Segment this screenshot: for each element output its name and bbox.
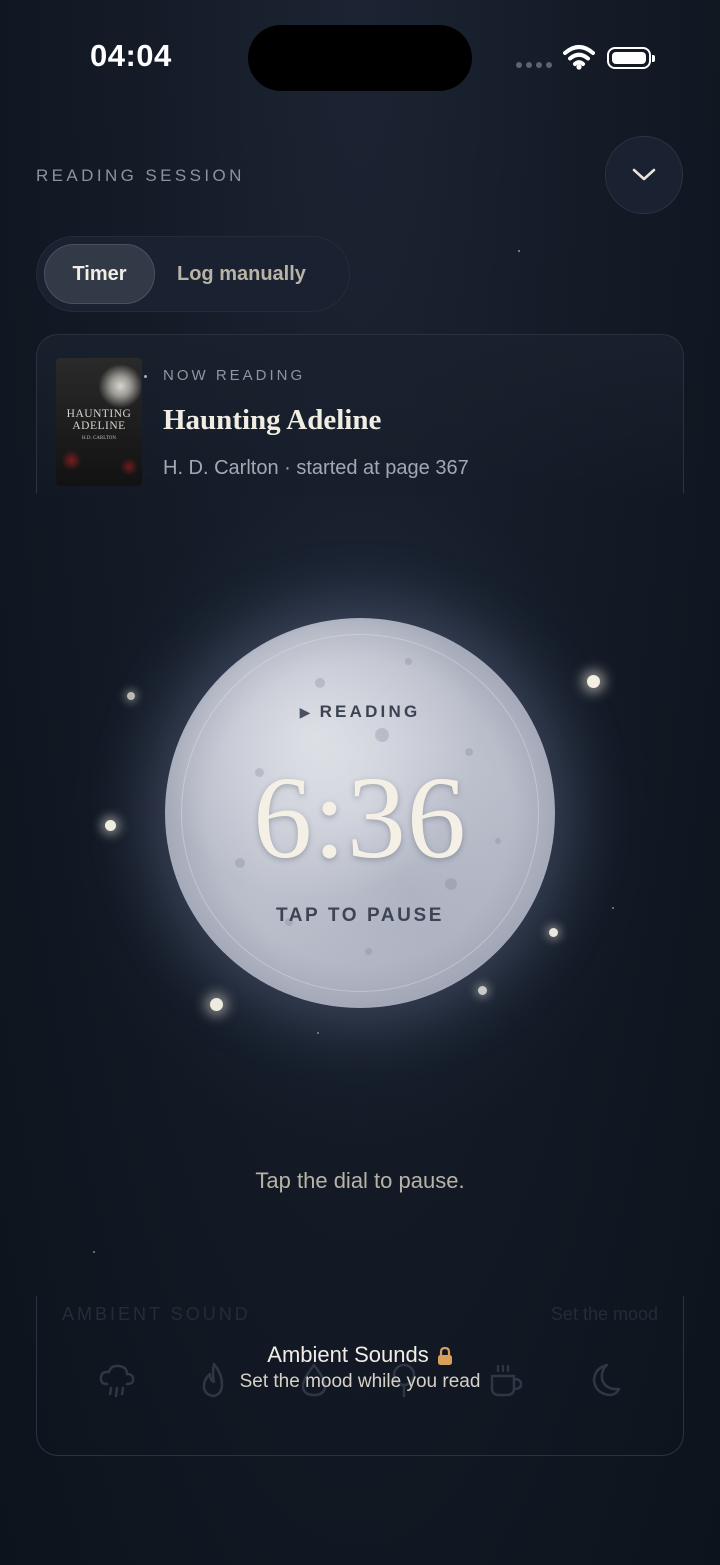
book-cover: HAUNTING ADELINE H.D. CARLTON [56,358,142,486]
elapsed-time: 6:36 [253,752,467,883]
dial-status-label: READING [319,702,421,721]
cellular-signal-icon [516,62,552,68]
chevron-down-icon [632,168,656,181]
tab-timer[interactable]: Timer [44,244,155,304]
dynamic-island [248,25,472,91]
tab-log-manually[interactable]: Log manually [177,244,306,304]
sparkle [93,1251,95,1253]
sparkle [518,250,520,252]
ambient-sound-label: AMBIENT SOUND [62,1304,251,1324]
dial-action-label: TAP TO PAUSE [275,905,445,926]
cover-author: H.D. CARLTON [81,436,117,441]
divider-dot [144,375,147,378]
sparkle [549,928,558,937]
ambient-locked-subtitle: Set the mood while you read [239,1371,481,1392]
ambient-locked-title[interactable]: Ambient Sounds [0,1342,720,1368]
ambient-side-label: Set the mood [550,1304,658,1324]
sparkle [317,1032,319,1034]
play-icon: ▶ [299,704,314,720]
status-time: 04:04 [90,38,172,73]
lock-icon [437,1347,452,1366]
sparkle [210,998,223,1011]
mode-segmented-control: Timer Log manually [36,236,350,312]
ambient-locked-label: Ambient Sounds [267,1342,429,1367]
sparkle [127,692,135,700]
page-title: READING SESSION [36,166,245,185]
battery-icon [607,47,655,69]
book-title: Haunting Adeline [163,404,382,436]
wifi-icon [563,45,595,70]
now-reading-label: NOW READING [163,367,306,384]
sparkle [587,675,600,688]
collapse-button[interactable] [605,136,683,214]
hint-text: Tap the dial to pause. [255,1168,465,1193]
sparkle [478,986,487,995]
cover-title: HAUNTING ADELINE [66,408,132,432]
dial-status: ▶ READING [0,702,720,722]
